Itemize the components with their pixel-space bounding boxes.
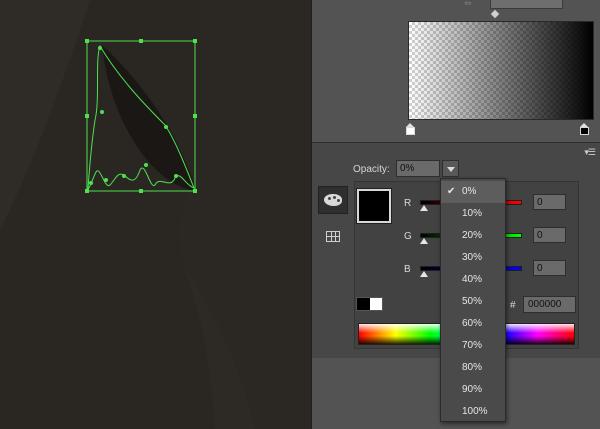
gradient-preview[interactable] — [408, 21, 594, 120]
opacity-option-100[interactable]: 100% — [441, 401, 505, 423]
side-tools — [316, 183, 348, 343]
midpoint-diamond-handle[interactable] — [490, 9, 500, 19]
black-white-swatches[interactable] — [356, 297, 383, 311]
opacity-label: Opacity: — [353, 164, 390, 175]
opacity-option-80[interactable]: 80% — [441, 357, 505, 379]
gradient-stop-right[interactable] — [579, 123, 589, 135]
opacity-option-10[interactable]: 10% — [441, 203, 505, 225]
green-label: G — [404, 231, 412, 242]
artboard-canvas[interactable] — [0, 0, 311, 429]
opacity-dropdown-menu: ✔ 0% 10% 20% 30% 40% 50% 60% 70% 80% 90%… — [440, 178, 506, 422]
check-icon: ✔ — [447, 186, 456, 197]
opacity-field[interactable]: 0% — [396, 160, 440, 177]
opacity-option-90[interactable]: 90% — [441, 379, 505, 401]
red-value-field[interactable]: 0 — [533, 194, 566, 210]
blue-label: B — [404, 264, 411, 275]
swatches-tool[interactable] — [318, 222, 348, 250]
link-arrow-icon: ⇦ — [464, 0, 472, 8]
opacity-option-50[interactable]: 50% — [441, 291, 505, 313]
gradient-stop-left[interactable] — [405, 123, 415, 135]
opacity-option-60[interactable]: 60% — [441, 313, 505, 335]
panel-menu-icon[interactable]: ▾☰ — [584, 147, 596, 158]
color-palette-tool[interactable] — [318, 186, 348, 214]
green-value-field[interactable]: 0 — [533, 227, 566, 243]
blue-value-field[interactable]: 0 — [533, 260, 566, 276]
opacity-option-20[interactable]: 20% — [441, 225, 505, 247]
canvas-artwork — [0, 0, 311, 429]
current-color-swatch[interactable] — [356, 188, 392, 224]
gradient-panel: ⇦ — [312, 0, 600, 141]
opacity-option-40[interactable]: 40% — [441, 269, 505, 291]
opacity-option-70[interactable]: 70% — [441, 335, 505, 357]
gradient-location-field[interactable] — [490, 0, 563, 9]
red-label: R — [404, 198, 412, 209]
palette-icon — [324, 194, 342, 206]
opacity-option-30[interactable]: 30% — [441, 247, 505, 269]
hex-value-field[interactable]: 000000 — [523, 296, 576, 313]
opacity-dropdown-button[interactable] — [442, 160, 459, 177]
hex-hash-label: # — [510, 300, 516, 311]
opacity-option-0[interactable]: ✔ 0% — [441, 181, 505, 203]
swatches-grid-icon — [326, 230, 340, 242]
